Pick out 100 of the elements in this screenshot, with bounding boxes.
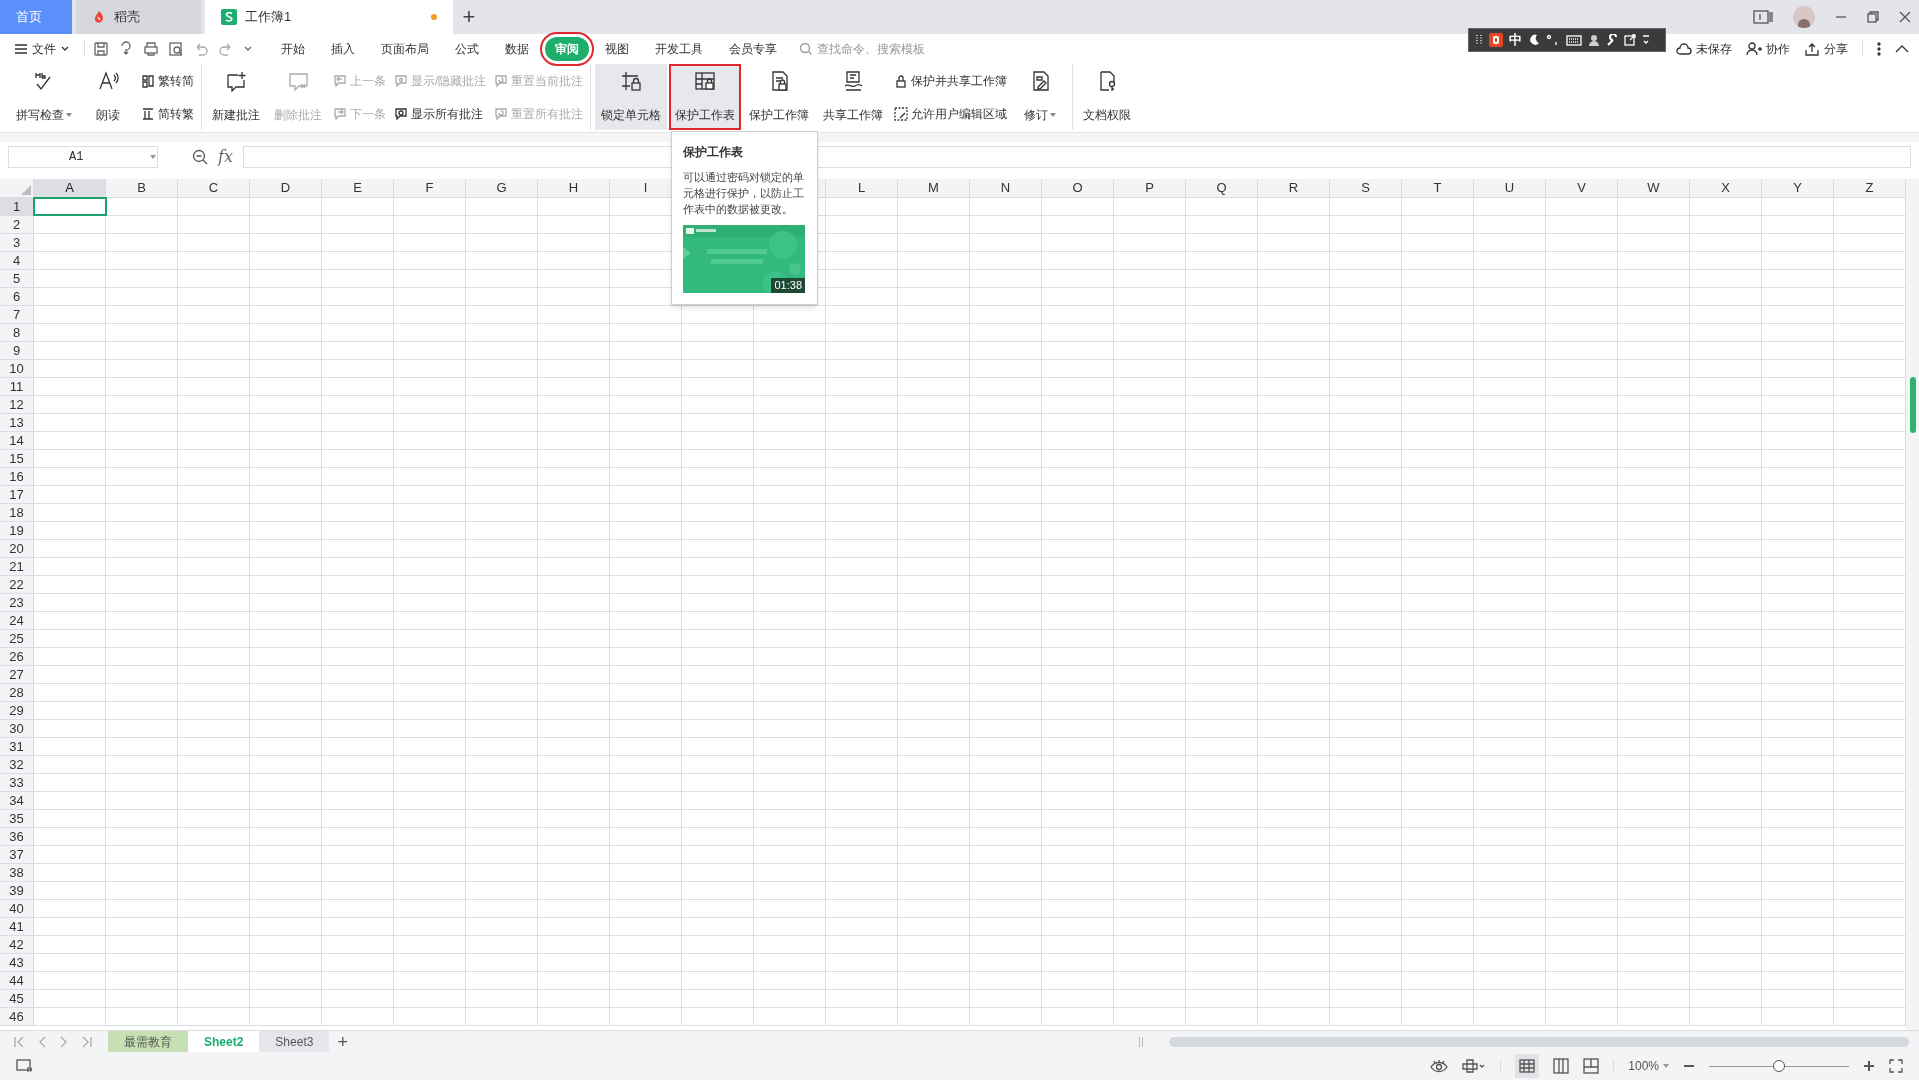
cross-cells-icon[interactable]: [1462, 1059, 1487, 1073]
toolbar-button[interactable]: 协作: [1746, 40, 1790, 58]
row-header[interactable]: 37: [0, 846, 34, 863]
avatar-icon[interactable]: [1793, 6, 1815, 28]
ribbon-button[interactable]: 允许用户编辑区域: [894, 104, 1008, 123]
menu-tab[interactable]: 开始: [271, 37, 315, 61]
row-header[interactable]: 10: [0, 360, 34, 377]
input-mode-toggle[interactable]: 中: [1509, 30, 1522, 50]
moon-icon[interactable]: [1528, 34, 1540, 46]
row-header[interactable]: 21: [0, 558, 34, 575]
row-header[interactable]: 2: [0, 216, 34, 233]
popout-icon[interactable]: [1624, 34, 1636, 46]
search-field[interactable]: 查找命令、搜索模板: [799, 40, 937, 58]
row-header[interactable]: 16: [0, 468, 34, 485]
column-header[interactable]: T: [1402, 179, 1474, 197]
row-header[interactable]: 27: [0, 666, 34, 683]
file-menu[interactable]: 文件: [14, 40, 70, 58]
row-header[interactable]: 30: [0, 720, 34, 737]
menu-tab[interactable]: 插入: [321, 37, 365, 61]
ribbon-button[interactable]: 繁转简: [141, 71, 194, 90]
row-header[interactable]: 33: [0, 774, 34, 791]
row-header[interactable]: 45: [0, 990, 34, 1007]
active-cell[interactable]: [34, 198, 106, 215]
row-header[interactable]: 3: [0, 234, 34, 251]
column-header[interactable]: O: [1042, 179, 1114, 197]
row-header[interactable]: 29: [0, 702, 34, 719]
row-header[interactable]: 9: [0, 342, 34, 359]
row-header[interactable]: 36: [0, 828, 34, 845]
ribbon-button[interactable]: 保护工作表: [669, 64, 742, 130]
row-header[interactable]: 7: [0, 306, 34, 323]
column-header[interactable]: B: [106, 179, 178, 197]
column-header[interactable]: C: [178, 179, 250, 197]
save-icon[interactable]: [93, 41, 109, 57]
row-header[interactable]: 43: [0, 954, 34, 971]
menu-tab[interactable]: 视图: [595, 37, 639, 61]
row-header[interactable]: 25: [0, 630, 34, 647]
column-header[interactable]: V: [1546, 179, 1618, 197]
new-tab-button[interactable]: +: [453, 0, 485, 34]
column-header[interactable]: X: [1690, 179, 1762, 197]
ribbon-button[interactable]: 保护工作簿: [743, 64, 816, 130]
row-header[interactable]: 18: [0, 504, 34, 521]
zoom-level[interactable]: 100%: [1628, 1057, 1669, 1075]
row-header[interactable]: 41: [0, 918, 34, 935]
row-header[interactable]: 23: [0, 594, 34, 611]
window-layout-icon[interactable]: [1753, 9, 1773, 25]
add-sheet-button[interactable]: +: [329, 1031, 356, 1052]
ribbon-button[interactable]: 保护并共享工作簿: [894, 71, 1008, 90]
column-header[interactable]: U: [1474, 179, 1546, 197]
print-icon[interactable]: [143, 41, 159, 57]
column-header[interactable]: R: [1258, 179, 1330, 197]
row-header[interactable]: 13: [0, 414, 34, 431]
row-header[interactable]: 34: [0, 792, 34, 809]
column-header[interactable]: W: [1618, 179, 1690, 197]
row-header[interactable]: 39: [0, 882, 34, 899]
wrench-icon[interactable]: [1606, 34, 1618, 46]
more-icon[interactable]: [1877, 42, 1881, 56]
row-header[interactable]: 42: [0, 936, 34, 953]
zoom-icon[interactable]: [192, 149, 208, 165]
menu-tab[interactable]: 公式: [445, 37, 489, 61]
menu-tab[interactable]: 页面布局: [371, 37, 439, 61]
input-method-icon[interactable]: [1489, 33, 1503, 47]
row-header[interactable]: 28: [0, 684, 34, 701]
column-header[interactable]: M: [898, 179, 970, 197]
column-header[interactable]: Q: [1186, 179, 1258, 197]
column-header[interactable]: E: [322, 179, 394, 197]
macro-icon[interactable]: [16, 1058, 34, 1074]
row-header[interactable]: 1: [0, 198, 34, 215]
row-header[interactable]: 38: [0, 864, 34, 881]
column-header[interactable]: L: [826, 179, 898, 197]
restore-icon[interactable]: [1867, 11, 1879, 23]
ribbon-button[interactable]: 文档权限: [1077, 64, 1138, 130]
column-header[interactable]: Y: [1762, 179, 1834, 197]
ribbon-button[interactable]: 简转繁: [141, 104, 194, 123]
row-header[interactable]: 44: [0, 972, 34, 989]
row-header[interactable]: 5: [0, 270, 34, 287]
row-header[interactable]: 19: [0, 522, 34, 539]
row-header[interactable]: 24: [0, 612, 34, 629]
row-header[interactable]: 6: [0, 288, 34, 305]
column-header[interactable]: D: [250, 179, 322, 197]
sheet-tab[interactable]: 最需教育: [108, 1031, 188, 1052]
toolbar-button[interactable]: 未保存: [1676, 40, 1732, 58]
user-icon[interactable]: [1588, 34, 1600, 46]
zoom-in-icon[interactable]: [1863, 1060, 1875, 1072]
ribbon-button[interactable]: 锁定单元格: [595, 64, 668, 130]
row-header[interactable]: 22: [0, 576, 34, 593]
row-header[interactable]: 40: [0, 900, 34, 917]
column-header[interactable]: G: [466, 179, 538, 197]
sheet-tab[interactable]: Sheet3: [259, 1031, 330, 1052]
row-header[interactable]: 14: [0, 432, 34, 449]
row-header[interactable]: 26: [0, 648, 34, 665]
punctuation-icon[interactable]: [1546, 34, 1560, 46]
toolbar-button[interactable]: 分享: [1804, 40, 1848, 58]
ribbon-button[interactable]: 修订: [1012, 64, 1069, 130]
fullscreen-icon[interactable]: [1889, 1059, 1903, 1073]
row-header[interactable]: 46: [0, 1008, 34, 1025]
row-header[interactable]: 32: [0, 756, 34, 773]
row-header[interactable]: 12: [0, 396, 34, 413]
ribbon-button[interactable]: 朗读: [80, 64, 136, 130]
row-header[interactable]: 8: [0, 324, 34, 341]
menu-tab[interactable]: 开发工具: [645, 37, 713, 61]
